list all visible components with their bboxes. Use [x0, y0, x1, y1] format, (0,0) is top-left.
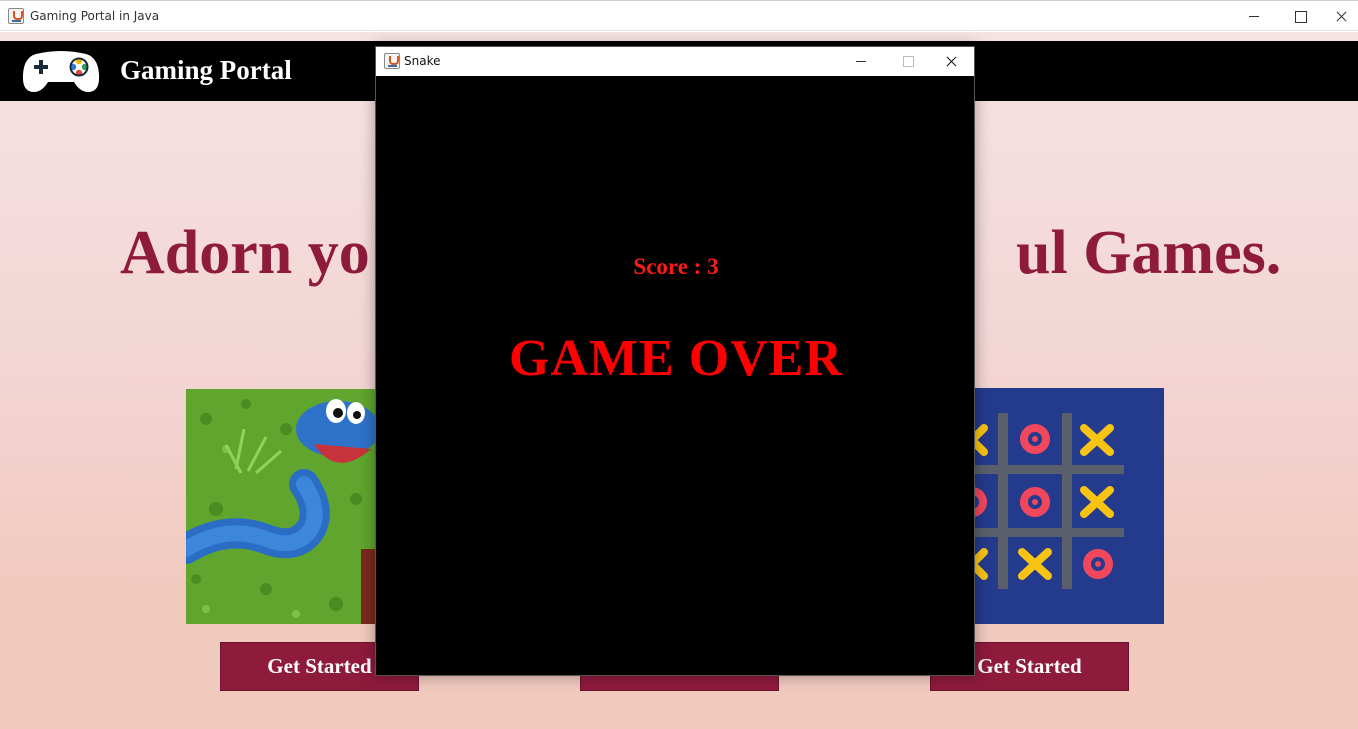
hero-headline-right: ul Games.: [1016, 219, 1282, 287]
snake-game-window[interactable]: Snake Score : 3 GAME OVER: [375, 46, 975, 676]
close-button[interactable]: [1318, 1, 1358, 32]
tic-tac-toe-image[interactable]: [958, 388, 1164, 624]
snake-minimize-button[interactable]: [838, 47, 884, 76]
java-icon: [8, 8, 24, 24]
snake-game-image[interactable]: [186, 389, 386, 624]
maximize-button[interactable]: [1277, 1, 1323, 32]
brand-title: Gaming Portal: [120, 55, 292, 85]
minimize-button[interactable]: [1231, 1, 1277, 32]
window-titlebar: Gaming Portal in Java: [0, 0, 1358, 31]
snake-close-button[interactable]: [929, 47, 975, 76]
hero-headline-left: Adorn yo: [120, 219, 370, 287]
score-text: Score : 3: [633, 254, 719, 279]
window-title: Gaming Portal in Java: [30, 9, 160, 23]
snake-maximize-button[interactable]: [884, 47, 930, 76]
java-icon: [384, 53, 400, 69]
snake-window-titlebar: Snake: [376, 47, 974, 76]
game-over-text: GAME OVER: [509, 330, 843, 387]
gamepad-icon: [22, 51, 100, 92]
snake-window-title: Snake: [404, 54, 441, 68]
